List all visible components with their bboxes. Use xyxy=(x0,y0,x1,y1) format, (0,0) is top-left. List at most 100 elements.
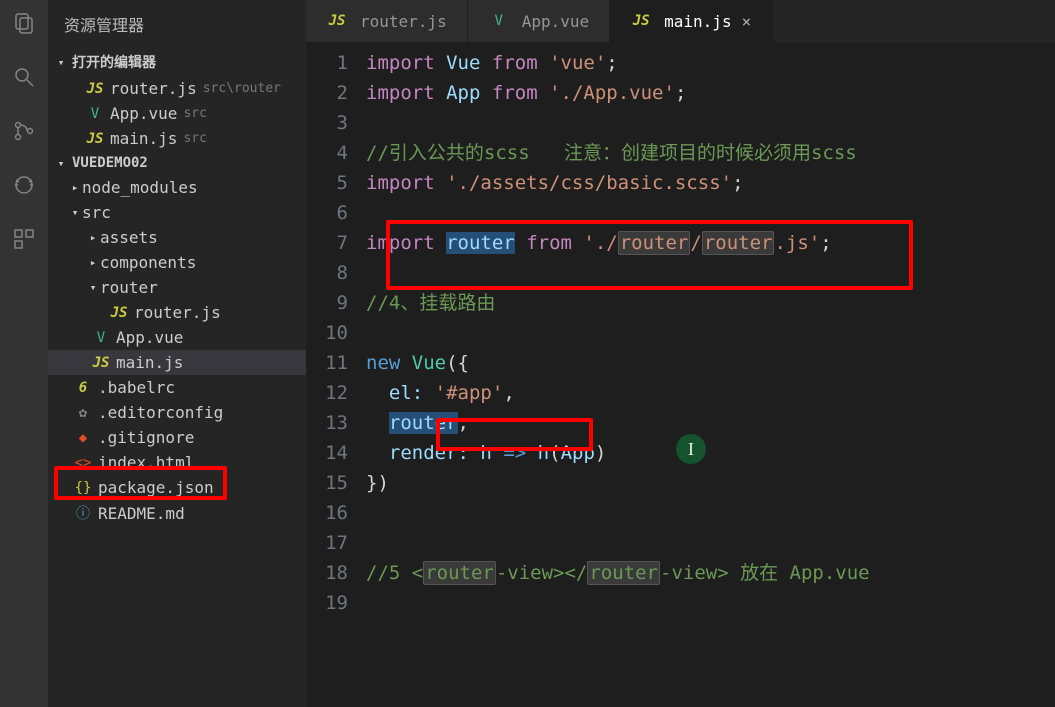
folder-label: router xyxy=(100,278,158,297)
explorer-title: 资源管理器 xyxy=(48,0,306,48)
close-icon[interactable]: × xyxy=(740,12,754,31)
line-number: 14 xyxy=(306,438,348,468)
code-line[interactable] xyxy=(366,588,1055,618)
line-number: 8 xyxy=(306,258,348,288)
file-babelrc[interactable]: 6.babelrc xyxy=(48,375,306,400)
code-line[interactable]: render: h => h(App) xyxy=(366,438,1055,468)
folder-label: src xyxy=(82,203,111,222)
babel-icon: 6 xyxy=(72,380,94,396)
chevron-down-icon: ▾ xyxy=(68,206,82,219)
line-number: 7 xyxy=(306,228,348,258)
line-number: 9 xyxy=(306,288,348,318)
line-number: 13 xyxy=(306,408,348,438)
line-number: 4 xyxy=(306,138,348,168)
open-editors-label: 打开的编辑器 xyxy=(72,52,156,72)
code-line[interactable] xyxy=(366,498,1055,528)
html-icon: <> xyxy=(72,455,94,471)
editor-tab[interactable]: V App.vue xyxy=(468,0,610,42)
text-cursor-icon: I xyxy=(676,434,706,464)
file-hint: src xyxy=(183,106,206,121)
code-line[interactable]: el: '#app', xyxy=(366,378,1055,408)
file-index-html[interactable]: <>index.html xyxy=(48,450,306,475)
activity-bar xyxy=(0,0,48,707)
code-editor[interactable]: 12345678910111213141516171819 import Vue… xyxy=(306,42,1055,707)
folder-assets[interactable]: ▸assets xyxy=(48,225,306,250)
file-router-js[interactable]: JSrouter.js xyxy=(48,300,306,325)
file-app-vue[interactable]: VApp.vue xyxy=(48,325,306,350)
file-gitignore[interactable]: ◆.gitignore xyxy=(48,425,306,450)
code-content[interactable]: import Vue from 'vue';import App from '.… xyxy=(366,48,1055,707)
js-icon: JS xyxy=(108,305,130,321)
file-editorconfig[interactable]: ✿.editorconfig xyxy=(48,400,306,425)
code-line[interactable]: import router from './router/router.js'; xyxy=(366,228,1055,258)
search-icon[interactable] xyxy=(11,64,37,90)
editor-tab[interactable]: JSmain.js× xyxy=(610,0,774,42)
folder-src[interactable]: ▾src xyxy=(48,200,306,225)
open-editor-item[interactable]: JSrouter.jssrc\router xyxy=(48,76,306,101)
tab-label: App.vue xyxy=(522,12,589,31)
open-editor-item[interactable]: VApp.vuesrc xyxy=(48,101,306,126)
file-label: main.js xyxy=(116,353,183,372)
file-hint: src xyxy=(183,131,206,146)
line-number: 2 xyxy=(306,78,348,108)
debug-icon[interactable] xyxy=(11,172,37,198)
code-line[interactable] xyxy=(366,528,1055,558)
chevron-down-icon: ▾ xyxy=(54,56,68,69)
file-label: router.js xyxy=(110,79,197,98)
code-line[interactable]: import App from './App.vue'; xyxy=(366,78,1055,108)
tab-label: router.js xyxy=(360,12,447,31)
info-icon: ⓘ xyxy=(72,503,94,523)
code-line[interactable] xyxy=(366,108,1055,138)
code-line[interactable]: //5 <router-view></router-view> 放在 App.v… xyxy=(366,558,1055,588)
code-line[interactable]: new Vue({ xyxy=(366,348,1055,378)
files-icon[interactable] xyxy=(11,10,37,36)
file-label: main.js xyxy=(110,129,177,148)
code-line[interactable]: //引入公共的scss 注意：创建项目的时候必须用scss xyxy=(366,138,1055,168)
chevron-down-icon: ▾ xyxy=(54,157,68,170)
line-number: 3 xyxy=(306,108,348,138)
line-number: 19 xyxy=(306,588,348,618)
folder-components[interactable]: ▸components xyxy=(48,250,306,275)
folder-node-modules[interactable]: ▸node_modules xyxy=(48,175,306,200)
tab-bar: JSrouter.js V App.vue JSmain.js× xyxy=(306,0,1055,42)
chevron-right-icon: ▸ xyxy=(86,256,100,269)
editor-tab[interactable]: JSrouter.js xyxy=(306,0,468,42)
file-label: index.html xyxy=(98,453,194,472)
file-main-js[interactable]: JSmain.js xyxy=(48,350,306,375)
code-line[interactable]: import Vue from 'vue'; xyxy=(366,48,1055,78)
file-label: App.vue xyxy=(116,328,183,347)
js-icon: JS xyxy=(84,81,106,97)
scm-icon[interactable] xyxy=(11,118,37,144)
code-line[interactable]: router, xyxy=(366,408,1055,438)
code-line[interactable] xyxy=(366,198,1055,228)
vue-icon: V xyxy=(90,330,112,346)
gear-icon: ✿ xyxy=(72,405,94,421)
code-line[interactable] xyxy=(366,258,1055,288)
project-section[interactable]: ▾ VUEDEMO02 xyxy=(48,151,306,175)
open-editor-item[interactable]: JSmain.jssrc xyxy=(48,126,306,151)
line-number: 16 xyxy=(306,498,348,528)
code-line[interactable] xyxy=(366,318,1055,348)
file-label: .editorconfig xyxy=(98,403,223,422)
code-line[interactable]: import './assets/css/basic.scss'; xyxy=(366,168,1055,198)
chevron-right-icon: ▸ xyxy=(68,181,82,194)
line-number: 11 xyxy=(306,348,348,378)
line-number: 12 xyxy=(306,378,348,408)
vue-icon: V xyxy=(84,106,106,122)
file-package-json[interactable]: {}package.json xyxy=(48,475,306,500)
file-readme[interactable]: ⓘREADME.md xyxy=(48,500,306,526)
line-number: 15 xyxy=(306,468,348,498)
chevron-down-icon: ▾ xyxy=(86,281,100,294)
vue-icon: V xyxy=(488,13,510,29)
folder-label: assets xyxy=(100,228,158,247)
code-line[interactable]: //4、挂载路由 xyxy=(366,288,1055,318)
code-line[interactable]: }) xyxy=(366,468,1055,498)
git-icon: ◆ xyxy=(72,430,94,446)
project-label: VUEDEMO02 xyxy=(72,155,148,171)
file-label: README.md xyxy=(98,504,185,523)
open-editors-section[interactable]: ▾ 打开的编辑器 xyxy=(48,48,306,76)
extensions-icon[interactable] xyxy=(11,226,37,252)
js-icon: JS xyxy=(90,355,112,371)
folder-router[interactable]: ▾router xyxy=(48,275,306,300)
line-number: 5 xyxy=(306,168,348,198)
